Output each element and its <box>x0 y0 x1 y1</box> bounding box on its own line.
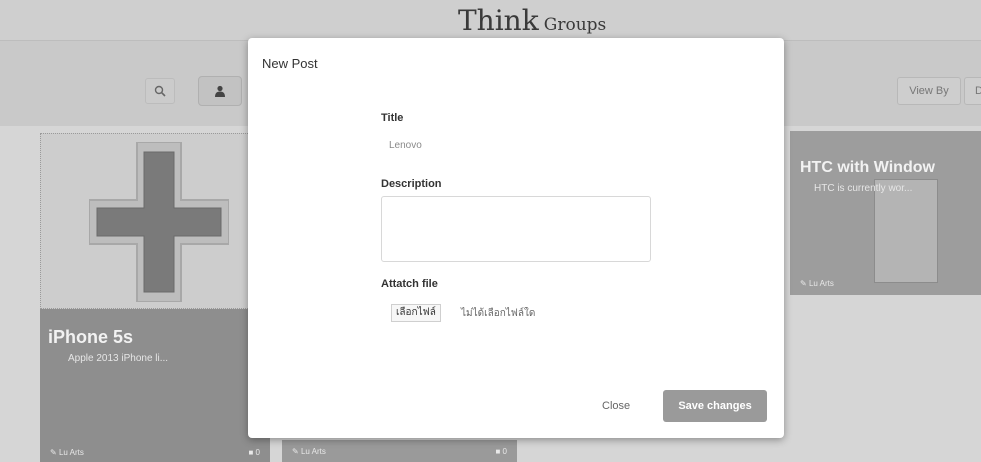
card-title: HTC with Window <box>800 159 935 176</box>
post-card-2[interactable]: ✎ Lu Arts ■ 0 <box>282 440 517 462</box>
card-title: iPhone 5s <box>48 327 134 347</box>
comment-icon: ■ <box>495 447 501 456</box>
card-comments[interactable]: ■ 0 <box>248 448 260 462</box>
card-footer: ✎ Lu Arts <box>790 265 981 295</box>
card-comments[interactable]: ■ 0 <box>495 447 507 462</box>
comment-icon: ■ <box>248 448 254 457</box>
add-post-card[interactable] <box>40 133 270 309</box>
title-input[interactable] <box>381 134 521 156</box>
card-author-name: Lu Arts <box>300 447 326 456</box>
description-textarea[interactable] <box>381 196 651 262</box>
pencil-icon: ✎ <box>292 447 299 456</box>
card-author-name: Lu Arts <box>58 448 84 457</box>
description-label: Description <box>381 178 442 190</box>
close-button[interactable]: Close <box>602 400 630 412</box>
top-bar: Think Groups <box>0 0 981 40</box>
title-label: Title <box>381 112 404 124</box>
card-author[interactable]: ✎ Lu Arts <box>800 279 834 295</box>
user-button[interactable] <box>198 76 242 106</box>
view-by-button[interactable]: View By <box>897 77 961 105</box>
card-footer: ✎ Lu Arts ■ 0 <box>282 440 517 462</box>
post-card-iphone[interactable]: iPhone 5s Apple 2013 iPhone li... ✎ Lu A… <box>40 309 270 462</box>
card-comment-count: 0 <box>255 448 260 457</box>
pencil-icon: ✎ <box>800 279 807 288</box>
card-footer: ✎ Lu Arts ■ 0 <box>40 442 270 462</box>
modal-title: New Post <box>262 56 318 71</box>
plus-icon <box>89 142 229 302</box>
brand-main: Think <box>458 4 539 37</box>
brand-logo[interactable]: Think Groups <box>458 4 606 37</box>
search-button[interactable] <box>145 78 175 104</box>
card-comment-count: 0 <box>502 447 507 456</box>
save-changes-button[interactable]: Save changes <box>663 390 767 422</box>
card-author[interactable]: ✎ Lu Arts <box>50 448 84 462</box>
file-status: ไม่ได้เลือกไฟล์ใด <box>461 308 536 319</box>
search-icon <box>154 85 166 97</box>
brand-sub: Groups <box>543 15 607 35</box>
pencil-icon: ✎ <box>50 448 57 457</box>
card-description: Apple 2013 iPhone li... <box>68 353 169 364</box>
choose-file-button[interactable]: เลือกไฟล์ <box>391 304 441 322</box>
card-author[interactable]: ✎ Lu Arts <box>292 447 326 462</box>
post-card-htc[interactable]: HTC with Window HTC is currently wor... … <box>790 131 981 295</box>
card-author-name: Lu Arts <box>808 279 834 288</box>
attach-file-label: Attatch file <box>381 278 438 290</box>
user-icon <box>215 85 225 97</box>
card-description: HTC is currently wor... <box>814 183 913 194</box>
new-post-modal: New Post Title Description Attatch file … <box>248 38 784 438</box>
view-by-next-button[interactable]: D <box>964 77 981 105</box>
